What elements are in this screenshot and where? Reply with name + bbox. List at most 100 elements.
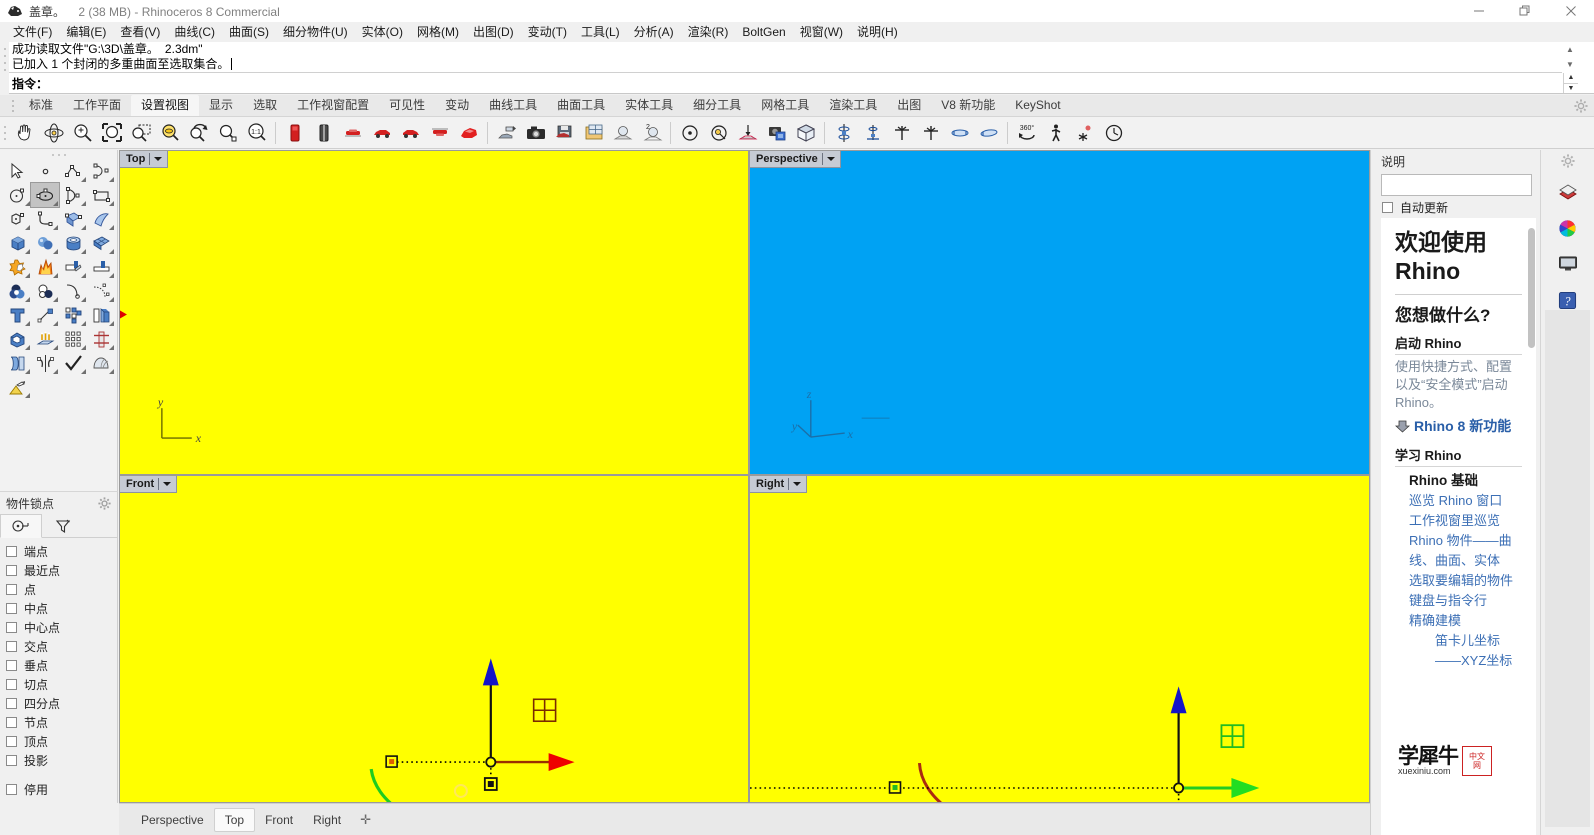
display-monitor-icon[interactable] (1554, 252, 1582, 276)
menu-file[interactable]: 文件(F) (6, 23, 59, 41)
viewport-front-title[interactable]: Front (120, 476, 178, 493)
chevron-down-icon[interactable] (793, 482, 802, 486)
two-point-perspective-icon[interactable]: 2 (637, 118, 666, 147)
viewport-perspective-canvas[interactable]: z x y (750, 151, 1369, 475)
gear-icon[interactable] (1560, 154, 1575, 168)
scroll-down-icon[interactable]: ▼ (1562, 57, 1578, 72)
viewport-front[interactable]: z x Front (119, 475, 749, 803)
help-panel-scrollbar[interactable] (1528, 228, 1535, 348)
view-top-car-icon[interactable] (338, 118, 367, 147)
box-icon[interactable] (3, 231, 31, 255)
pan-hand-icon[interactable] (10, 118, 39, 147)
circle-icon[interactable] (3, 183, 31, 207)
menu-analyze[interactable]: 分析(A) (627, 23, 681, 41)
blend-curve-icon[interactable] (87, 279, 115, 303)
walkthrough-icon[interactable] (1041, 118, 1070, 147)
tab-v8-new[interactable]: V8 新功能 (931, 95, 1005, 116)
viewport-top-canvas[interactable]: y x (120, 151, 748, 475)
rotate-view-icon[interactable] (39, 118, 68, 147)
osnap-item-point[interactable]: 点 (6, 580, 117, 599)
filter-funnel-icon[interactable] (42, 514, 84, 538)
viewport-tab-front[interactable]: Front (255, 809, 303, 831)
viewport-layout-icon[interactable] (579, 118, 608, 147)
camera-height-icon[interactable] (733, 118, 762, 147)
menu-curve[interactable]: 曲线(C) (167, 23, 222, 41)
grid-array-icon[interactable] (59, 327, 87, 351)
ribbon-gear-icon[interactable] (1574, 99, 1588, 113)
spin-down-icon[interactable]: ▼ (1564, 84, 1578, 94)
camera-icon[interactable] (521, 118, 550, 147)
menu-mesh[interactable]: 网格(M) (410, 23, 466, 41)
extrude-icon[interactable] (31, 327, 59, 351)
point-icon[interactable] (31, 159, 59, 183)
plane-view-icon[interactable] (945, 118, 974, 147)
offset-curve-icon[interactable] (59, 279, 87, 303)
surface-from-curves-icon[interactable] (59, 207, 87, 231)
tab-set-view[interactable]: 设置视图 (131, 95, 200, 116)
close-button[interactable] (1548, 0, 1594, 22)
set-target-icon[interactable] (675, 118, 704, 147)
command-prompt-row[interactable]: 指令： (9, 72, 1562, 93)
check-icon[interactable] (59, 351, 87, 375)
surface-sweep-icon[interactable] (87, 207, 115, 231)
unroll-surface-icon[interactable] (3, 351, 31, 375)
menu-edit[interactable]: 编辑(E) (59, 23, 113, 41)
osnap-item-vertex[interactable]: 顶点 (6, 732, 117, 751)
osnap-checkbox[interactable] (6, 546, 17, 557)
osnap-item-mid[interactable]: 中点 (6, 599, 117, 618)
polygon-icon[interactable] (3, 207, 31, 231)
viewport-perspective[interactable]: z x y Perspective (749, 150, 1370, 475)
osnap-checkbox[interactable] (6, 622, 17, 633)
osnap-item-perp[interactable]: 垂点 (6, 656, 117, 675)
turntable-360-icon[interactable]: 360° (1012, 118, 1041, 147)
layers-icon[interactable] (1554, 180, 1582, 204)
chevron-down-icon[interactable] (163, 482, 172, 486)
help-search-input[interactable] (1381, 174, 1532, 196)
tab-viewport-config[interactable]: 工作视窗配置 (287, 95, 379, 116)
explode-icon[interactable] (31, 255, 59, 279)
osnap-item-knot[interactable]: 节点 (6, 713, 117, 732)
dimension-icon[interactable] (31, 303, 59, 327)
osnap-checkbox[interactable] (6, 565, 17, 576)
arc-icon[interactable] (59, 183, 87, 207)
menu-surface[interactable]: 曲面(S) (222, 23, 276, 41)
menu-boltgen[interactable]: BoltGen (735, 23, 792, 41)
render-material-icon[interactable] (3, 375, 31, 399)
plan-view-icon[interactable] (829, 118, 858, 147)
polyline-icon[interactable] (59, 159, 87, 183)
viewport-tab-right[interactable]: Right (303, 809, 351, 831)
scroll-up-icon[interactable]: ▲ (1562, 42, 1578, 57)
add-viewport-tab-button[interactable]: ✛ (351, 809, 380, 831)
view-cube-icon[interactable] (791, 118, 820, 147)
copy-icon[interactable] (87, 303, 115, 327)
menu-help[interactable]: 说明(H) (850, 23, 905, 41)
pipe-icon[interactable] (87, 327, 115, 351)
osnap-checkbox[interactable] (6, 660, 17, 671)
osnap-item-tangent[interactable]: 切点 (6, 675, 117, 694)
view-up-icon[interactable] (887, 118, 916, 147)
help-link-objects[interactable]: Rhino 物件——曲线、曲面、实体 (1409, 531, 1522, 571)
subd-plane-icon[interactable] (87, 231, 115, 255)
osnap-checkbox[interactable] (6, 584, 17, 595)
mirror-icon[interactable] (31, 351, 59, 375)
viewport-right[interactable]: z y Right (749, 475, 1370, 803)
help-link-navigate-viewport[interactable]: 工作视窗里巡览 (1409, 511, 1522, 531)
minimize-button[interactable] (1456, 0, 1502, 22)
help-link-new-features[interactable]: Rhino 8 新功能 (1414, 416, 1511, 436)
osnap-item-disable[interactable]: 停用 (6, 780, 117, 799)
tab-curve-tools[interactable]: 曲线工具 (479, 95, 547, 116)
zoom-target-icon[interactable] (213, 118, 242, 147)
viewport-tab-top[interactable]: Top (213, 807, 256, 832)
spin-up-icon[interactable]: ▲ (1564, 73, 1578, 84)
tab-keyshot[interactable]: KeyShot (1005, 95, 1070, 116)
osnap-checkbox[interactable] (6, 755, 17, 766)
rectangle-icon[interactable] (87, 183, 115, 207)
tab-drafting[interactable]: 出图 (887, 95, 931, 116)
command-history-scrollbar[interactable]: ▲ ▼ (1562, 42, 1578, 72)
osnap-item-project[interactable]: 投影 (6, 751, 117, 770)
maximize-button[interactable] (1502, 0, 1548, 22)
osnap-checkbox[interactable] (6, 784, 17, 795)
menu-tools[interactable]: 工具(L) (574, 23, 627, 41)
menu-drafting[interactable]: 出图(D) (466, 23, 521, 41)
zoom-selected-icon[interactable] (155, 118, 184, 147)
